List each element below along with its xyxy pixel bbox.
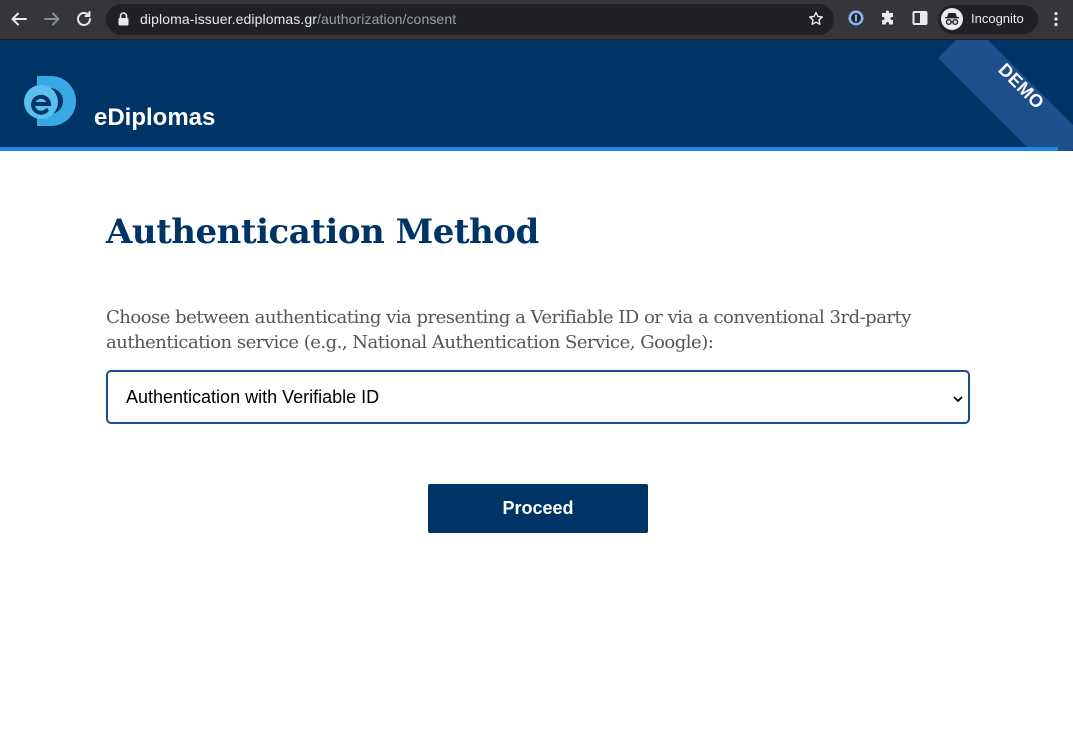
address-bar[interactable]: diploma-issuer.ediplomas.gr/authorizatio… [106,4,834,35]
proceed-button[interactable]: Proceed [428,484,648,533]
header-accent-line [0,147,1058,151]
back-icon[interactable] [9,9,29,29]
side-panel-icon[interactable] [912,10,928,31]
authentication-method-select[interactable]: Authentication with Verifiable ID [106,370,970,424]
menu-icon[interactable] [1050,10,1062,33]
ediplomas-logo-icon[interactable] [24,76,86,133]
reload-icon[interactable] [74,9,94,29]
password-manager-icon[interactable] [848,10,864,31]
demo-ribbon [938,40,1073,151]
chevron-down-icon [952,392,964,410]
incognito-icon [941,8,963,30]
site-header: eDiplomas DEMO [0,40,1073,151]
star-icon[interactable] [808,11,824,32]
url-host: diploma-issuer.ediplomas.gr [140,11,318,27]
incognito-label: Incognito [971,11,1024,26]
url-text[interactable]: diploma-issuer.ediplomas.gr/authorizatio… [140,11,456,28]
url-path: /authorization/consent [317,11,457,27]
browser-toolbar: diploma-issuer.ediplomas.gr/authorizatio… [0,0,1073,40]
select-value: Authentication with Verifiable ID [126,387,380,407]
forward-icon[interactable] [42,9,62,29]
page-description: Choose between authenticating via presen… [106,307,911,353]
lock-icon[interactable] [118,12,129,31]
page-title: Authentication Method [106,212,539,252]
extensions-icon[interactable] [880,10,896,31]
brand-name[interactable]: eDiplomas [94,104,215,132]
incognito-badge[interactable]: Incognito [938,5,1038,34]
